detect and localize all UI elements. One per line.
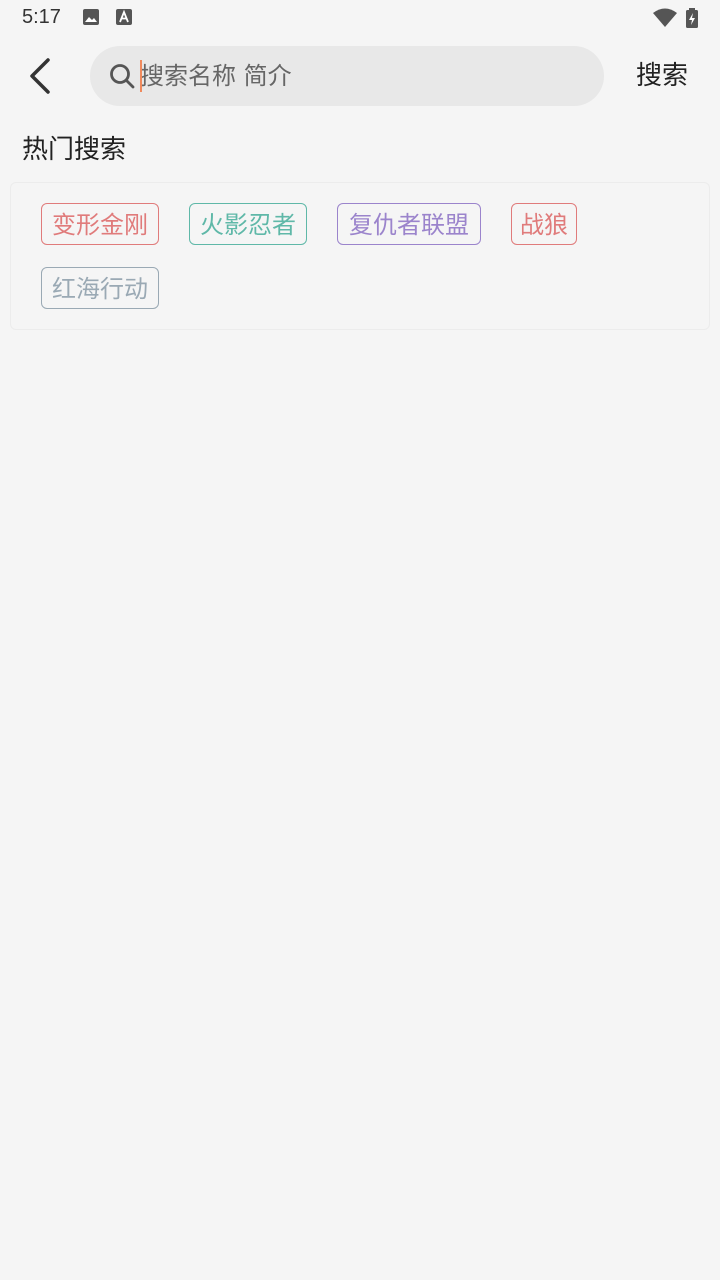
hot-search-title: 热门搜索 xyxy=(22,135,127,165)
hot-tag-wolf-warrior[interactable]: 战狼 xyxy=(511,203,577,245)
text-cursor xyxy=(140,60,142,92)
image-icon xyxy=(83,9,99,25)
hot-tag-transformers[interactable]: 变形金刚 xyxy=(41,203,159,245)
top-bar: 搜索 xyxy=(0,36,720,116)
search-button[interactable]: 搜索 xyxy=(626,50,698,102)
status-time: 5:17 xyxy=(22,6,61,28)
chevron-left-icon xyxy=(30,58,50,94)
search-box[interactable] xyxy=(90,46,604,106)
search-icon xyxy=(110,64,135,89)
wifi-icon xyxy=(653,8,677,27)
search-input[interactable] xyxy=(140,46,580,106)
battery-icon xyxy=(686,8,698,28)
status-bar: 5:17 xyxy=(0,0,720,36)
text-a-icon xyxy=(116,9,132,25)
back-button[interactable] xyxy=(16,52,64,100)
hot-tag-naruto[interactable]: 火影忍者 xyxy=(189,203,307,245)
hot-tag-operation-red-sea[interactable]: 红海行动 xyxy=(41,267,159,309)
hot-tag-avengers[interactable]: 复仇者联盟 xyxy=(337,203,481,245)
hot-search-panel: 变形金刚 火影忍者 复仇者联盟 战狼 红海行动 xyxy=(10,182,710,330)
